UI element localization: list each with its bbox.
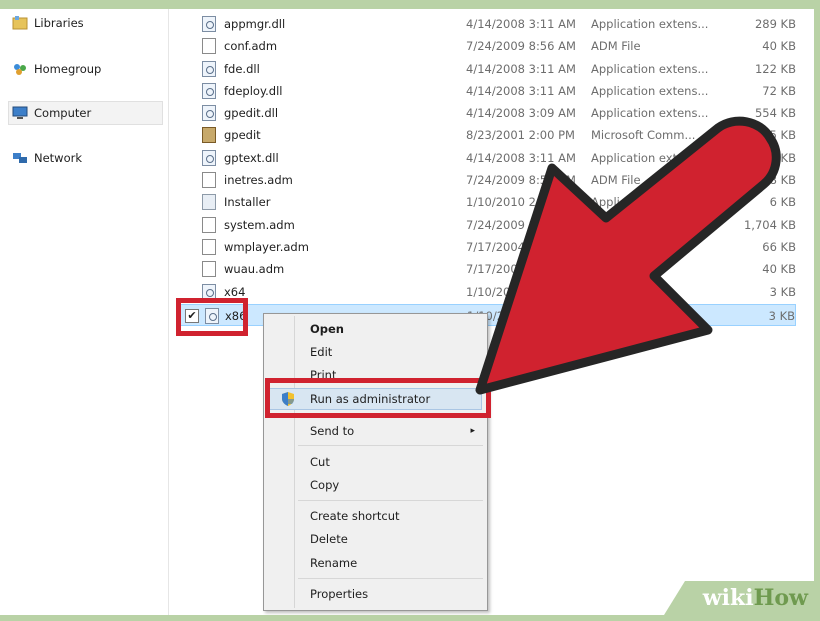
image-frame-border: [0, 0, 820, 621]
